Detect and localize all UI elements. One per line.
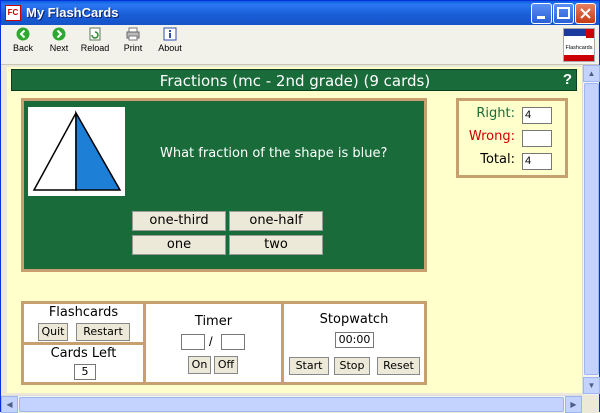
horizontal-scroll-thumb[interactable]	[19, 397, 564, 412]
reload-label: Reload	[80, 43, 110, 53]
app-window: FC My FlashCards Back Next Reload Print	[0, 0, 600, 413]
help-button[interactable]: ?	[563, 71, 572, 88]
scroll-right-arrow-icon[interactable]: ▶	[565, 396, 582, 413]
total-field[interactable]: 4	[522, 153, 552, 170]
reload-icon	[89, 27, 101, 41]
answer-button-2[interactable]: one-half	[229, 211, 323, 231]
triangle-shape	[32, 110, 122, 191]
maximize-icon	[557, 7, 570, 19]
cards-left-panel: Cards Left 5	[21, 342, 146, 385]
cards-left-value: 5	[74, 364, 96, 380]
flashcard-board: What fraction of the shape is blue? one-…	[21, 98, 427, 272]
right-label: Right:	[476, 106, 515, 121]
stopwatch-reset-button[interactable]: Reset	[377, 357, 420, 375]
about-button[interactable]: About	[151, 27, 189, 63]
print-button[interactable]: Print	[114, 27, 152, 63]
minimize-icon	[537, 16, 545, 19]
scroll-left-arrow-icon[interactable]: ◀	[1, 396, 18, 413]
wrong-field[interactable]	[522, 130, 552, 147]
logo-image: Flashcards	[564, 29, 594, 61]
timer-panel: Timer / On Off	[143, 301, 284, 385]
score-panel: Right: 4 Wrong: Total: 4	[456, 98, 568, 178]
timer-on-button[interactable]: On	[188, 356, 211, 374]
main-content: Fractions (mc - 2nd grade) (9 cards) ? W…	[7, 67, 582, 393]
wrong-label: Wrong:	[468, 129, 515, 144]
printer-icon	[126, 27, 140, 41]
question-text: What fraction of the shape is blue?	[160, 146, 388, 161]
quit-button[interactable]: Quit	[38, 323, 68, 341]
timer-seconds-field[interactable]	[221, 334, 245, 350]
question-image	[28, 107, 125, 196]
back-button[interactable]: Back	[4, 27, 42, 63]
timer-separator: /	[209, 334, 213, 349]
about-label: About	[158, 43, 182, 53]
back-label: Back	[12, 43, 33, 53]
close-icon	[580, 8, 591, 19]
window-title: My FlashCards	[26, 5, 119, 20]
answer-button-3[interactable]: one	[132, 235, 226, 255]
minimize-button[interactable]	[531, 3, 552, 24]
deck-header: Fractions (mc - 2nd grade) (9 cards) ?	[11, 69, 577, 91]
vertical-scroll-thumb[interactable]	[584, 83, 599, 375]
maximize-button[interactable]	[553, 3, 574, 24]
deck-title: Fractions (mc - 2nd grade) (9 cards)	[159, 72, 431, 90]
horizontal-scrollbar[interactable]: ◀ ▶	[1, 395, 582, 413]
info-icon	[163, 27, 177, 41]
scroll-up-arrow-icon[interactable]: ▲	[583, 65, 600, 82]
close-button[interactable]	[575, 3, 596, 24]
stopwatch-stop-button[interactable]: Stop	[334, 357, 370, 375]
next-button[interactable]: Next	[40, 27, 78, 63]
timer-off-button[interactable]: Off	[214, 356, 238, 374]
restart-button[interactable]: Restart	[76, 323, 130, 341]
back-arrow-icon	[16, 27, 30, 41]
timer-minutes-field[interactable]	[181, 334, 205, 350]
title-bar[interactable]: FC My FlashCards	[1, 1, 599, 25]
reload-button[interactable]: Reload	[76, 27, 114, 63]
flashcards-title: Flashcards	[48, 305, 119, 320]
print-label: Print	[123, 43, 143, 53]
cards-left-title: Cards Left	[50, 346, 117, 361]
right-field[interactable]: 4	[522, 107, 552, 124]
toolbar: Back Next Reload Print About Flashcards	[1, 25, 599, 65]
answer-button-1[interactable]: one-third	[132, 211, 226, 231]
answer-button-4[interactable]: two	[229, 235, 323, 255]
flashcards-panel: Flashcards Quit Restart	[21, 301, 146, 345]
scrollbar-corner	[582, 395, 599, 412]
next-arrow-icon	[52, 27, 66, 41]
stopwatch-title: Stopwatch	[319, 312, 389, 327]
blue-half	[75, 110, 122, 191]
stopwatch-start-button[interactable]: Start	[289, 357, 329, 375]
stopwatch-display: 00:00	[335, 332, 374, 348]
stopwatch-panel: Stopwatch 00:00 Start Stop Reset	[281, 301, 427, 385]
app-icon: FC	[5, 5, 21, 21]
vertical-scrollbar[interactable]: ▲ ▼	[582, 65, 600, 395]
total-label: Total:	[480, 152, 515, 167]
svg-text:Flashcards: Flashcards	[566, 45, 593, 51]
timer-title: Timer	[194, 314, 233, 329]
scroll-down-arrow-icon[interactable]: ▼	[583, 377, 600, 394]
next-label: Next	[49, 43, 69, 53]
flashcards-logo: Flashcards	[563, 28, 595, 62]
